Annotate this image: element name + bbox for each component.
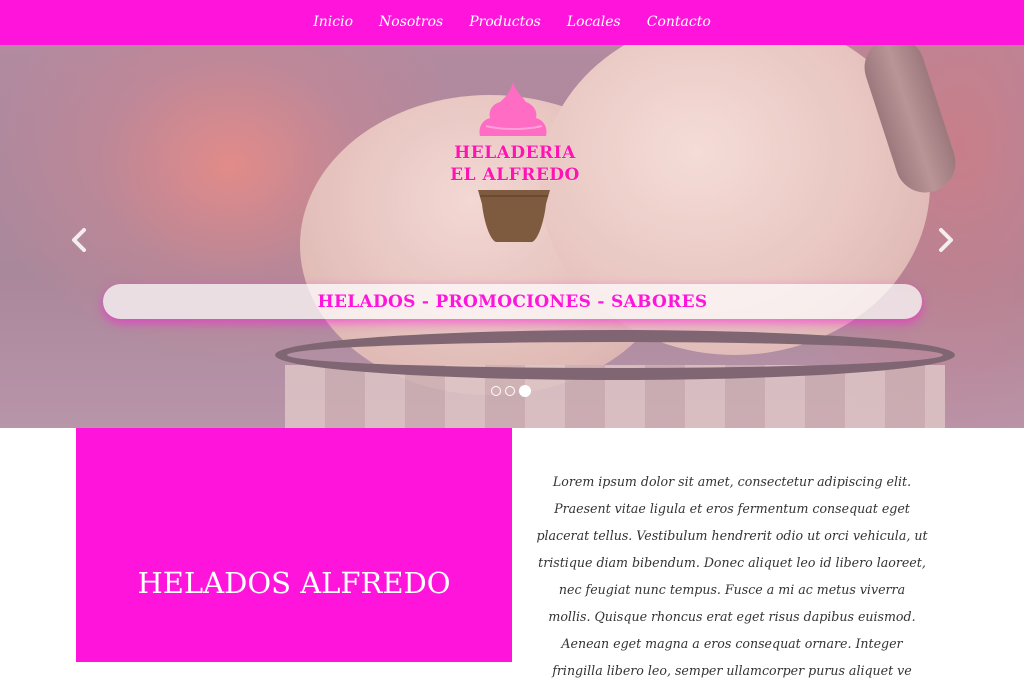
carousel-indicator-3-active[interactable] <box>519 385 531 397</box>
carousel-next-button[interactable] <box>930 225 960 255</box>
carousel-indicator-2[interactable] <box>505 386 515 396</box>
logo-line-2: EL ALFREDO <box>450 165 580 185</box>
feature-panel: HELADOS ALFREDO <box>76 428 512 662</box>
nav-item-contacto[interactable]: Contacto <box>634 14 724 30</box>
nav-item-productos[interactable]: Productos <box>456 14 554 30</box>
nav-item-nosotros[interactable]: Nosotros <box>366 14 456 30</box>
feature-title: HELADOS ALFREDO <box>137 566 451 600</box>
nav-item-locales[interactable]: Locales <box>554 14 634 30</box>
logo-line-1: HELADERIA <box>454 143 576 163</box>
carousel-caption: HELADOS - PROMOCIONES - SABORES <box>103 284 922 319</box>
chevron-right-icon <box>939 228 953 252</box>
nav-item-inicio[interactable]: Inicio <box>300 14 366 30</box>
carousel-indicators <box>491 385 531 397</box>
heladeria-logo: HELADERIA EL ALFREDO <box>450 80 580 250</box>
chevron-left-icon <box>72 228 86 252</box>
carousel-prev-button[interactable] <box>65 225 95 255</box>
carousel-indicator-1[interactable] <box>491 386 501 396</box>
logo-text: HELADERIA EL ALFREDO <box>450 142 580 186</box>
hero-carousel: HELADERIA EL ALFREDO HELADOS - PROMOCION… <box>0 45 1024 428</box>
carousel-caption-text: HELADOS - PROMOCIONES - SABORES <box>317 291 708 312</box>
main-navbar: Inicio Nosotros Productos Locales Contac… <box>0 0 1024 45</box>
feature-description: Lorem ipsum dolor sit amet, consectetur … <box>536 473 928 678</box>
